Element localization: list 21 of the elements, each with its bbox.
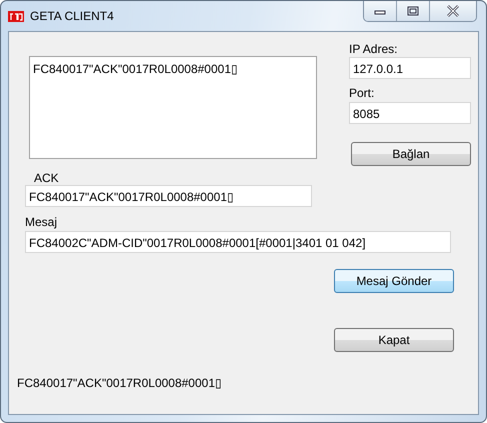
port-field[interactable]: 8085 xyxy=(349,102,471,124)
maximize-icon xyxy=(407,6,419,16)
message-label: Mesaj xyxy=(25,215,58,229)
log-line: FC840017"ACK"0017R0L0008#0001▯ xyxy=(33,61,240,78)
received-log[interactable]: FC840017"ACK"0017R0L0008#0001▯ xyxy=(29,56,317,159)
close-button[interactable] xyxy=(430,1,476,21)
ack-field[interactable]: FC840017"ACK"0017R0L0008#0001▯ xyxy=(25,185,312,207)
ip-label: IP Adres: xyxy=(349,42,398,56)
app-logo-icon xyxy=(8,10,24,22)
status-text: FC840017"ACK"0017R0L0008#0001▯ xyxy=(17,376,222,390)
ack-label: ACK xyxy=(34,171,59,185)
port-label: Port: xyxy=(349,86,374,100)
close-icon xyxy=(446,5,460,17)
ip-field[interactable]: 127.0.0.1 xyxy=(349,57,471,79)
connect-button[interactable]: Bağlan xyxy=(351,142,471,166)
close-app-button[interactable]: Kapat xyxy=(334,328,454,352)
minimize-button[interactable] xyxy=(364,1,397,21)
maximize-button[interactable] xyxy=(397,1,430,21)
message-field[interactable]: FC84002C"ADM-CID"0017R0L0008#0001[#0001|3401 01 042] xyxy=(25,231,451,253)
window-title: GETA CLIENT4 xyxy=(30,8,114,25)
send-message-button[interactable]: Mesaj Gönder xyxy=(334,269,454,293)
